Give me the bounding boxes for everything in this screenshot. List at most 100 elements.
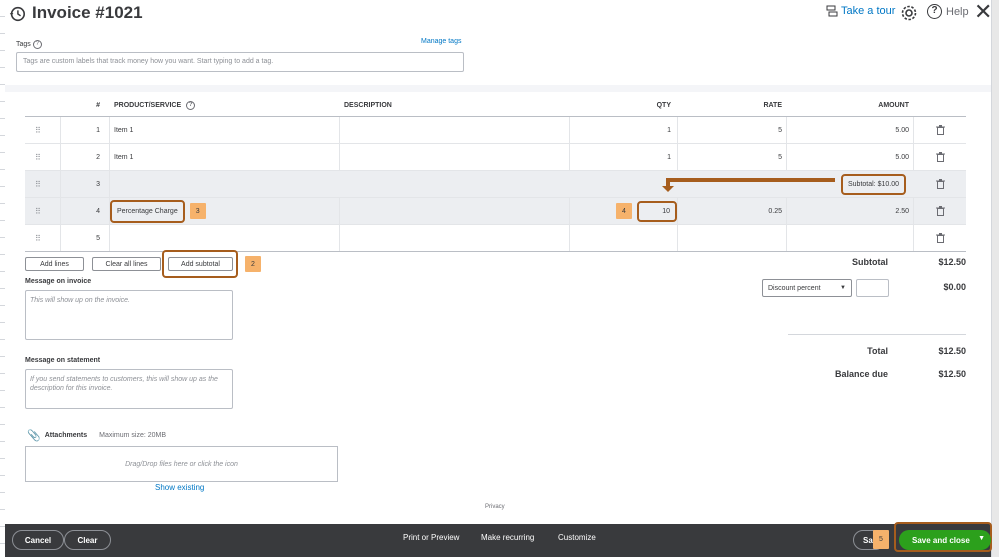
history-icon[interactable] xyxy=(8,5,26,23)
description-cell[interactable] xyxy=(340,117,569,143)
row-number: 3 xyxy=(96,180,100,188)
table-row[interactable]: ⠿ 2 Item 1 1 5 5.00 xyxy=(25,144,966,171)
col-divider xyxy=(569,225,570,251)
clear-all-lines-button[interactable]: Clear all lines xyxy=(92,257,161,271)
amount-cell[interactable]: 2.50 xyxy=(787,198,913,224)
show-existing-link[interactable]: Show existing xyxy=(155,483,204,492)
save-and-close-label: Save and close xyxy=(912,535,970,545)
discount-select-value: Discount percent xyxy=(768,284,821,292)
trash-icon[interactable] xyxy=(933,117,947,143)
gear-icon[interactable] xyxy=(899,3,919,23)
save-and-close-button[interactable]: Save and close ▼ xyxy=(899,530,991,550)
col-rate-header: RATE xyxy=(763,101,782,109)
manage-tags-link[interactable]: Manage tags xyxy=(421,38,461,45)
step-badge-5: 5 xyxy=(873,530,889,549)
customize-button[interactable]: Customize xyxy=(558,533,596,542)
attachments-header: 📎 Attachments Maximum size: 20MB xyxy=(27,429,166,442)
product-cell[interactable]: Percentage Charge 3 xyxy=(109,198,339,224)
qty-cell[interactable]: 4 10 xyxy=(570,198,677,224)
table-row[interactable]: ⠿ 4 Percentage Charge 3 4 10 0.25 2.50 xyxy=(25,198,966,225)
drag-handle-icon[interactable]: ⠿ xyxy=(35,144,41,170)
drag-handle-icon[interactable]: ⠿ xyxy=(35,171,41,197)
qty-callout: 10 xyxy=(637,200,677,222)
col-product-header: PRODUCT/SERVICE ? xyxy=(109,94,339,116)
help-label: Help xyxy=(946,5,969,18)
discount-input[interactable] xyxy=(856,279,889,297)
take-tour-link[interactable]: Take a tour xyxy=(826,5,895,17)
col-divider xyxy=(913,117,914,143)
product-cell[interactable] xyxy=(109,225,339,251)
step-badge-4: 4 xyxy=(616,203,632,219)
amount-cell[interactable]: 5.00 xyxy=(787,144,913,170)
help-circle-icon: ? xyxy=(927,4,942,19)
row-number: 5 xyxy=(96,234,100,242)
discount-select[interactable]: Discount percent ▼ xyxy=(762,279,852,297)
tags-input[interactable]: Tags are custom labels that track money … xyxy=(16,52,464,72)
footer-bar: Cancel Clear Print or Preview Make recur… xyxy=(5,522,992,557)
trash-icon[interactable] xyxy=(933,171,947,197)
take-tour-label: Take a tour xyxy=(841,5,896,17)
product-cell[interactable]: Item 1 xyxy=(109,144,339,170)
table-header: # PRODUCT/SERVICE ? DESCRIPTION QTY RATE… xyxy=(25,94,966,117)
table-row[interactable]: ⠿ 1 Item 1 1 5 5.00 xyxy=(25,117,966,144)
max-size-text: Maximum size: 20MB xyxy=(99,432,167,439)
drag-handle-icon[interactable]: ⠿ xyxy=(35,198,41,224)
privacy-link[interactable]: Privacy xyxy=(485,504,505,510)
tags-label-text: Tags xyxy=(16,41,31,48)
cancel-button[interactable]: Cancel xyxy=(12,530,64,550)
trash-icon[interactable] xyxy=(933,144,947,170)
row-number: 1 xyxy=(96,126,100,134)
qty-cell[interactable]: 1 xyxy=(570,117,677,143)
col-product-label: PRODUCT/SERVICE xyxy=(114,101,182,109)
trash-icon[interactable] xyxy=(933,225,947,251)
help-button[interactable]: ? Help xyxy=(927,4,969,19)
caret-down-icon[interactable]: ▼ xyxy=(978,535,985,542)
attachment-dropzone[interactable]: Drag/Drop files here or click the icon xyxy=(25,446,338,482)
clear-button[interactable]: Clear xyxy=(64,530,111,550)
description-cell[interactable] xyxy=(340,198,569,224)
balance-due-label: Balance due xyxy=(834,369,888,379)
description-cell[interactable] xyxy=(340,144,569,170)
right-scrollbar[interactable] xyxy=(991,0,999,557)
tour-icon xyxy=(826,5,838,17)
trash-icon[interactable] xyxy=(933,198,947,224)
total-value: $12.50 xyxy=(938,346,966,356)
step-badge-2: 2 xyxy=(245,256,261,272)
add-subtotal-button[interactable]: Add subtotal xyxy=(168,257,233,271)
rate-cell[interactable]: 5 xyxy=(678,117,786,143)
totals-divider xyxy=(788,334,966,335)
make-recurring-button[interactable]: Make recurring xyxy=(481,533,534,542)
step-badge-3: 3 xyxy=(189,203,206,219)
col-divider xyxy=(913,144,914,170)
rate-cell[interactable]: 0.25 xyxy=(678,198,786,224)
drag-handle-icon[interactable]: ⠿ xyxy=(35,225,41,251)
col-divider xyxy=(109,171,110,197)
col-divider xyxy=(913,225,914,251)
amount-cell[interactable]: 5.00 xyxy=(787,117,913,143)
print-preview-button[interactable]: Print or Preview xyxy=(403,533,459,542)
col-divider xyxy=(786,225,787,251)
question-icon[interactable]: ? xyxy=(32,40,42,49)
message-statement-input[interactable]: If you send statements to customers, thi… xyxy=(25,369,233,409)
col-num-header: # xyxy=(96,101,100,109)
close-icon[interactable]: ✕ xyxy=(974,1,992,23)
percentage-charge-callout: Percentage Charge xyxy=(110,199,185,223)
col-divider xyxy=(677,225,678,251)
product-cell[interactable]: Item 1 xyxy=(109,117,339,143)
qty-cell[interactable]: 1 xyxy=(570,144,677,170)
question-icon[interactable]: ? xyxy=(186,100,196,110)
table-row[interactable]: ⠿ 5 xyxy=(25,225,966,252)
subtotal-label: Subtotal xyxy=(852,257,888,267)
col-divider xyxy=(913,198,914,224)
add-lines-button[interactable]: Add lines xyxy=(25,257,84,271)
message-invoice-input[interactable]: This will show up on the invoice. xyxy=(25,290,233,340)
paperclip-icon[interactable]: 📎 xyxy=(27,429,41,442)
description-cell[interactable] xyxy=(340,225,569,251)
drag-handle-icon[interactable]: ⠿ xyxy=(35,117,41,143)
tags-label: Tags ? xyxy=(16,40,42,49)
message-statement-label: Message on statement xyxy=(25,357,101,364)
discount-value: $0.00 xyxy=(943,282,966,292)
rate-cell[interactable]: 5 xyxy=(678,144,786,170)
col-amount-header: AMOUNT xyxy=(878,101,909,109)
page-title: Invoice #1021 xyxy=(32,3,143,22)
